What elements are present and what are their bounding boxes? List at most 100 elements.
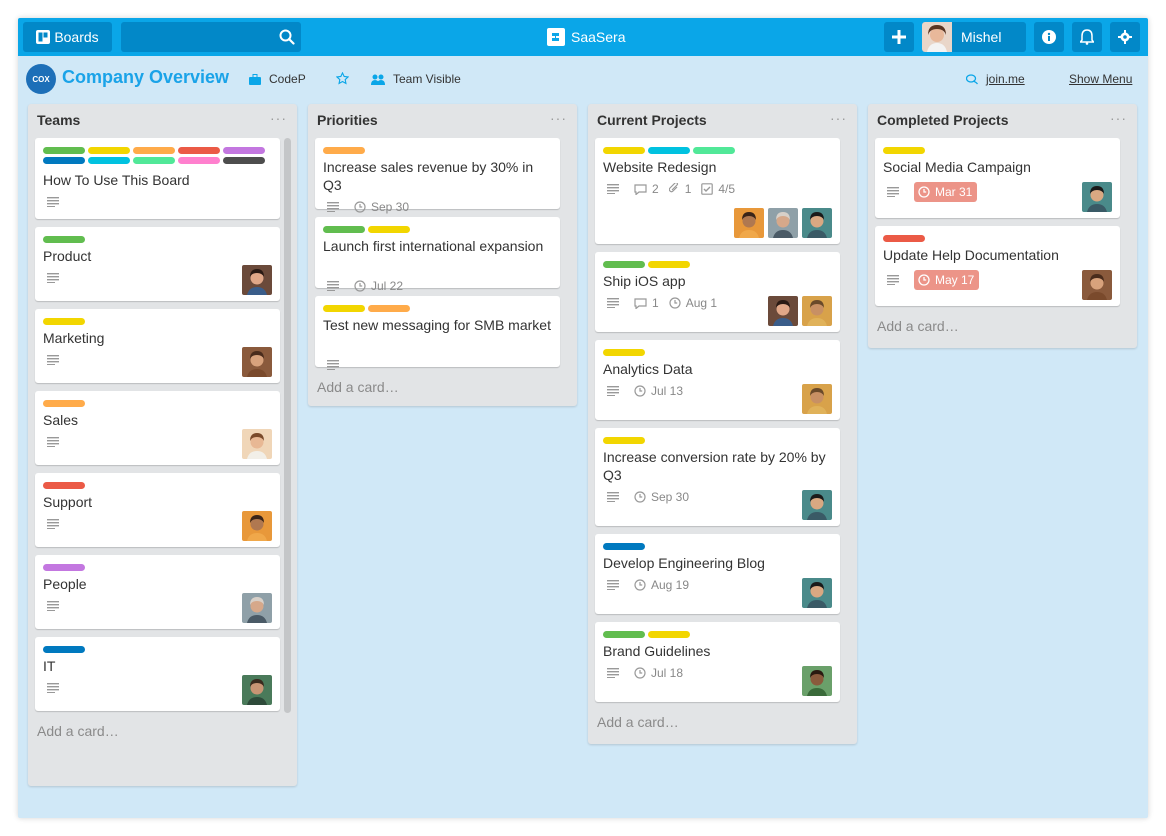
member-avatar[interactable]: [802, 490, 832, 520]
settings-button[interactable]: [1110, 22, 1140, 52]
card-label-yellow: [648, 261, 690, 268]
list-priorities: Priorities ··· Increase sales revenue by 3…: [308, 104, 577, 406]
list-more-icon[interactable]: ···: [830, 110, 847, 126]
card-label-yellow: [603, 349, 645, 356]
list-title[interactable]: Priorities: [317, 112, 378, 128]
card[interactable]: Increase conversion rate by 20% by Q3 Sep…: [595, 428, 840, 526]
description-icon: [47, 197, 64, 207]
card-title: Increase sales revenue by 30% in Q3: [323, 159, 534, 193]
list-title[interactable]: Teams: [37, 112, 80, 128]
member-avatar[interactable]: [1082, 182, 1112, 212]
description-icon: [327, 202, 344, 212]
card[interactable]: Marketing: [35, 309, 280, 383]
board-org-label: CodeP: [269, 72, 306, 86]
card[interactable]: People: [35, 555, 280, 629]
member-avatar[interactable]: [802, 666, 832, 696]
card-label-red: [43, 482, 85, 489]
add-card-link[interactable]: Add a card…: [37, 723, 119, 739]
member-avatar[interactable]: [768, 296, 798, 326]
due-date-badge: Jul 18: [634, 666, 683, 680]
member-avatar[interactable]: [734, 208, 764, 238]
due-date: Mar 31: [935, 185, 973, 199]
comments-count: 1: [652, 296, 659, 310]
join-me-link[interactable]: join.me: [966, 72, 1025, 86]
list-title[interactable]: Completed Projects: [877, 112, 1008, 128]
search-input[interactable]: [121, 22, 271, 52]
card[interactable]: Update Help Documentation May 17: [875, 226, 1120, 306]
board-org[interactable]: CodeP: [249, 72, 306, 86]
member-avatar[interactable]: [802, 578, 832, 608]
card[interactable]: Analytics Data Jul 13: [595, 340, 840, 420]
description-icon: [47, 683, 64, 693]
card-badges: [47, 517, 74, 531]
card[interactable]: Ship iOS app 1 Aug 1: [595, 252, 840, 332]
member-avatar[interactable]: [768, 208, 798, 238]
board-header: COX Company Overview CodeP Team Visible …: [18, 56, 1148, 102]
due-date-badge: Jul 13: [634, 384, 683, 398]
due-date-badge: Sep 30: [634, 490, 689, 504]
board-logo[interactable]: COX: [26, 64, 56, 94]
description-icon: [327, 281, 344, 291]
list-title[interactable]: Current Projects: [597, 112, 707, 128]
card-label-yellow: [43, 318, 85, 325]
card-label-green: [43, 236, 85, 243]
card[interactable]: Social Media Campaign Mar 31: [875, 138, 1120, 218]
brand-logo-icon: [547, 28, 565, 46]
list-more-icon[interactable]: ···: [1110, 110, 1127, 126]
member-avatar[interactable]: [802, 208, 832, 238]
board-title[interactable]: Company Overview: [62, 67, 229, 88]
member-avatar[interactable]: [242, 347, 272, 377]
member-avatar[interactable]: [802, 384, 832, 414]
card-label-green: [323, 226, 365, 233]
boards-button[interactable]: Boards: [23, 22, 112, 52]
card-label-green: [603, 261, 645, 268]
member-avatar[interactable]: [242, 265, 272, 295]
add-card-link[interactable]: Add a card…: [317, 379, 399, 395]
member-avatar[interactable]: [242, 593, 272, 623]
card[interactable]: Product: [35, 227, 280, 301]
star-button[interactable]: [336, 72, 357, 85]
gear-icon: [1118, 30, 1132, 44]
card-badges: Jul 18: [607, 666, 693, 680]
visibility-button[interactable]: Team Visible: [371, 72, 461, 86]
due-date-badge: Jul 22: [354, 279, 403, 293]
card[interactable]: Sales: [35, 391, 280, 465]
notifications-button[interactable]: [1072, 22, 1102, 52]
info-icon: [1042, 30, 1056, 44]
card[interactable]: Increase sales revenue by 30% in Q3 Sep 3…: [315, 138, 560, 214]
card-label-green: [43, 147, 85, 154]
card[interactable]: Launch first international expansion Jul …: [315, 217, 560, 293]
search-icon[interactable]: [279, 29, 295, 45]
member-avatar[interactable]: [1082, 270, 1112, 300]
card[interactable]: IT: [35, 637, 280, 711]
brand[interactable]: SaaSera: [547, 27, 625, 47]
add-card-link[interactable]: Add a card…: [877, 318, 959, 334]
card-badges: Jul 13: [607, 384, 693, 398]
member-avatar[interactable]: [242, 511, 272, 541]
comments-badge: 1: [634, 296, 659, 310]
due-date-badge: Aug 1: [669, 296, 717, 310]
add-card-link[interactable]: Add a card…: [597, 714, 679, 730]
card[interactable]: Support: [35, 473, 280, 547]
member-avatar[interactable]: [242, 429, 272, 459]
list-more-icon[interactable]: ···: [270, 110, 287, 126]
card-title: How To Use This Board: [43, 172, 190, 188]
description-icon: [607, 298, 624, 308]
card[interactable]: How To Use This Board: [35, 138, 280, 219]
card[interactable]: Test new messaging for SMB market: [315, 296, 560, 370]
member-avatar[interactable]: [242, 675, 272, 705]
card[interactable]: Develop Engineering Blog Aug 19: [595, 534, 840, 614]
card-label-purple: [43, 564, 85, 571]
show-menu-link[interactable]: Show Menu: [1069, 72, 1132, 86]
add-button[interactable]: [884, 22, 914, 52]
list-scrollbar[interactable]: [284, 138, 291, 713]
card-label-red: [883, 235, 925, 242]
search-box[interactable]: [121, 22, 301, 52]
info-button[interactable]: [1034, 22, 1064, 52]
member-avatar[interactable]: [802, 296, 832, 326]
list-more-icon[interactable]: ···: [550, 110, 567, 126]
card[interactable]: Website Redesign 2 1 4/5: [595, 138, 840, 244]
user-menu-button[interactable]: Mishel: [922, 22, 1026, 52]
card[interactable]: Brand Guidelines Jul 18: [595, 622, 840, 702]
card-label-orange: [323, 147, 365, 154]
